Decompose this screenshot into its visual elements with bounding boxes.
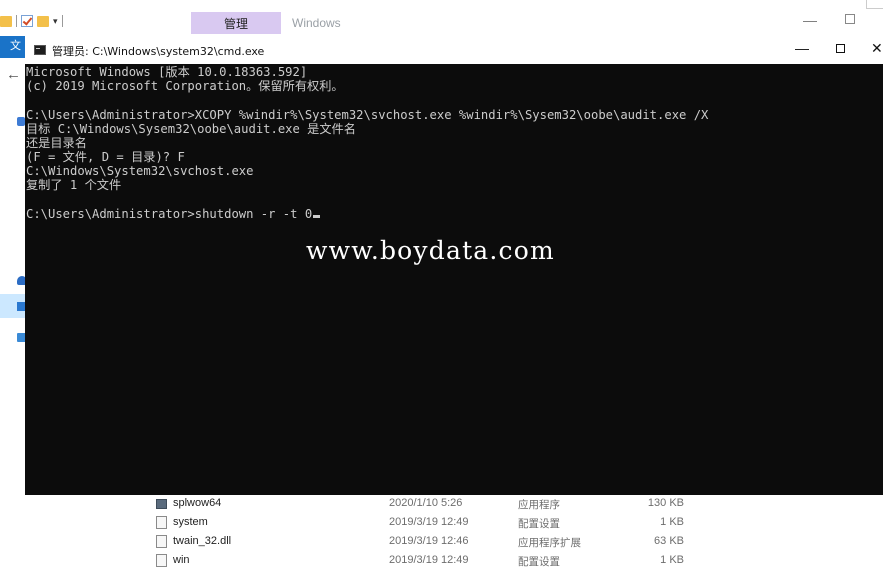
console-icon[interactable]: [34, 45, 46, 55]
file-type: 应用程序: [518, 499, 560, 511]
console-line: (c) 2019 Microsoft Corporation。保留所有权利。: [26, 79, 344, 93]
file-row-win[interactable]: win 2019/3/19 12:49 配置设置 1 KB: [138, 551, 883, 570]
file-type: 应用程序扩展: [518, 537, 581, 549]
file-date: 2019/3/19 12:49: [389, 516, 469, 528]
toolbar-divider: [16, 15, 17, 27]
application-icon: [156, 499, 167, 509]
toolbar-divider: [61, 15, 63, 27]
new-folder-icon[interactable]: [37, 15, 49, 27]
cmd-window: 管理员: C:\Windows\system32\cmd.exe — ✕ Mic…: [25, 36, 883, 495]
cmd-maximize-button[interactable]: [836, 44, 845, 53]
file-size: 130 KB: [647, 497, 684, 509]
file-name: splwow64: [173, 497, 222, 509]
explorer-maximize-button[interactable]: [845, 14, 855, 24]
explorer-title: Windows: [292, 16, 341, 30]
file-date: 2019/3/19 12:46: [389, 535, 469, 547]
quick-access-star-icon[interactable]: [17, 117, 25, 126]
console-line: 复制了 1 个文件: [26, 178, 122, 192]
back-arrow-icon[interactable]: ←: [6, 66, 21, 83]
file-name: system: [173, 516, 208, 528]
explorer-titlebar: ▾ 管理 Windows —: [0, 0, 883, 36]
file-date: 2019/3/19 12:49: [389, 554, 469, 566]
file-row-splwow64[interactable]: splwow64 2020/1/10 5:26 应用程序 130 KB: [138, 494, 883, 513]
explorer-corner-control: [866, 0, 883, 9]
cmd-window-title: 管理员: C:\Windows\system32\cmd.exe: [52, 45, 265, 58]
manage-context-tab[interactable]: 管理: [191, 12, 281, 34]
file-size: 63 KB: [654, 535, 684, 547]
console-line: (F = 文件, D = 目录)? F: [26, 150, 185, 164]
explorer-minimize-button[interactable]: —: [803, 12, 817, 28]
file-date: 2020/1/10 5:26: [389, 497, 463, 509]
console-line: Microsoft Windows [版本 10.0.18363.592]: [26, 65, 308, 79]
console-output[interactable]: Microsoft Windows [版本 10.0.18363.592] (c…: [25, 64, 883, 495]
file-size: 1 KB: [660, 554, 684, 566]
customize-toolbar-arrow-icon[interactable]: ▾: [53, 16, 58, 27]
dll-file-icon: [156, 535, 167, 548]
file-size: 1 KB: [660, 516, 684, 528]
file-type: 配置设置: [518, 518, 560, 530]
file-name: twain_32.dll: [173, 535, 232, 547]
file-row-system[interactable]: system 2019/3/19 12:49 配置设置 1 KB: [138, 513, 883, 532]
file-name: win: [173, 554, 190, 566]
file-row-twain-32-dll[interactable]: twain_32.dll 2019/3/19 12:46 应用程序扩展 63 K…: [138, 532, 883, 551]
config-file-icon: [156, 554, 167, 567]
cmd-close-button[interactable]: ✕: [871, 40, 883, 57]
console-line: C:\Windows\System32\svchost.exe: [26, 164, 254, 178]
watermark-text: www.boydata.com: [306, 236, 555, 265]
cmd-titlebar[interactable]: 管理员: C:\Windows\system32\cmd.exe — ✕: [25, 36, 883, 64]
text-cursor: [313, 215, 321, 218]
console-line: 目标 C:\Windows\Sysem32\oobe\audit.exe 是文件…: [26, 122, 356, 136]
file-menu-tab[interactable]: 文件: [0, 36, 28, 72]
properties-icon[interactable]: [21, 15, 33, 27]
console-command: C:\Users\Administrator>shutdown -r -t 0: [26, 207, 313, 221]
file-type: 配置设置: [518, 556, 560, 568]
console-prompt-line: C:\Users\Administrator>shutdown -r -t 0: [26, 207, 321, 222]
folder-icon[interactable]: [0, 15, 12, 27]
cmd-minimize-button[interactable]: —: [795, 40, 809, 56]
quick-access-toolbar: ▾: [0, 12, 63, 30]
console-line: 还是目录名: [26, 136, 87, 150]
console-line: C:\Users\Administrator>XCOPY %windir%\Sy…: [26, 108, 709, 122]
config-file-icon: [156, 516, 167, 529]
